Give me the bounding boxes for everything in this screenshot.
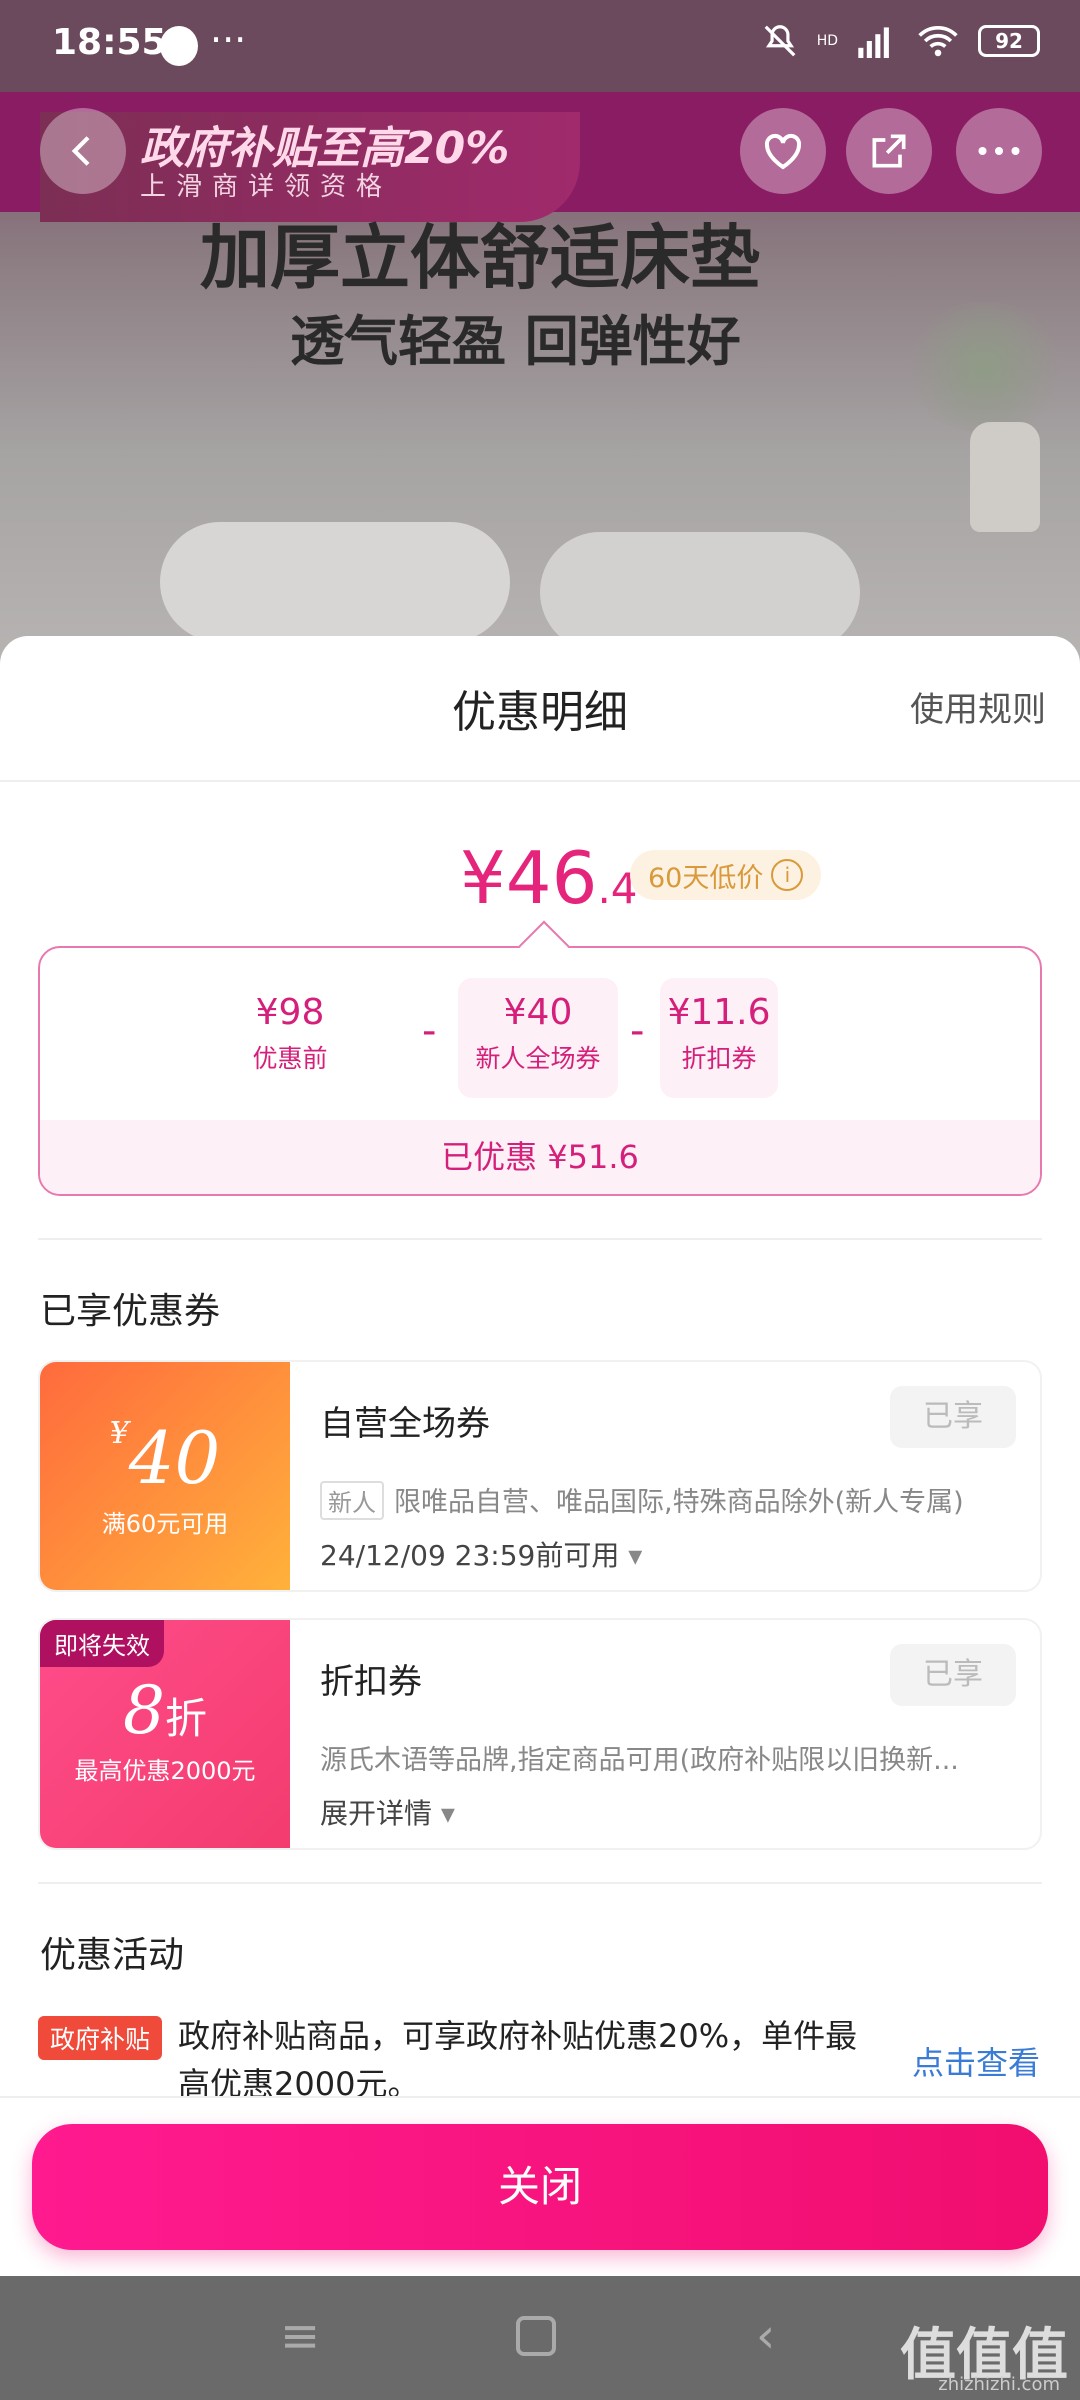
- breakdown-value: ¥40: [503, 992, 573, 1033]
- rules-link[interactable]: 使用规则: [910, 682, 1046, 731]
- coupon-amount-symbol: ¥: [109, 1416, 129, 1451]
- minus-sign: -: [630, 1008, 645, 1054]
- plant-decor: [900, 302, 1070, 432]
- qq-icon: [160, 26, 198, 66]
- favorite-icon[interactable]: [740, 108, 826, 194]
- breakdown-value: ¥11.6: [667, 992, 771, 1033]
- new-user-tag: 新人: [320, 1481, 384, 1520]
- low-price-tag[interactable]: 60天低价 i: [630, 850, 822, 900]
- coupon-unit: 折: [164, 1694, 207, 1743]
- breakdown-original: ¥98 优惠前: [225, 978, 355, 1098]
- coupon-used-button: 已享: [890, 1644, 1016, 1706]
- product-headline: 加厚立体舒适床垫: [200, 217, 760, 299]
- low-price-text: 60天低价: [648, 862, 764, 894]
- menu-icon[interactable]: ≡: [280, 2308, 320, 2364]
- status-time: 18:55: [52, 22, 167, 63]
- coupon-name: 折扣券: [320, 1662, 422, 1702]
- activity-section-title: 优惠活动: [40, 1935, 185, 1976]
- signal-icon: [858, 27, 889, 58]
- more-icon[interactable]: [956, 108, 1042, 194]
- coupon-card-discount[interactable]: 8折 最高优惠2000元 即将失效 折扣券 已享 源氏木语等品牌,指定商品可用(…: [38, 1618, 1042, 1850]
- mute-icon: [764, 25, 796, 57]
- chevron-down-icon: ▾: [440, 1797, 455, 1830]
- chevron-down-icon: ▾: [628, 1539, 643, 1572]
- breakdown-discount-coupon: ¥11.6 折扣券: [660, 978, 778, 1098]
- breakdown-pointer: [518, 920, 570, 972]
- coupon-condition: 满60元可用: [101, 1510, 229, 1538]
- pillow-left: [160, 522, 510, 642]
- wifi-icon: [918, 25, 958, 57]
- product-tagline: 透气轻盈 回弹性好: [290, 310, 741, 373]
- header-divider: [0, 780, 1080, 782]
- price-breakdown: ¥98 优惠前 - ¥40 新人全场券 - ¥11.6 折扣券 已优惠 ¥51.…: [38, 920, 1042, 1196]
- expand-details-link[interactable]: 展开详情 ▾: [320, 1792, 455, 1832]
- coupon-condition: 最高优惠2000元: [74, 1757, 256, 1785]
- coupon-notch: [280, 1620, 300, 1848]
- coupon-amount-value: 40: [128, 1416, 221, 1500]
- coupon-used-button: 已享: [890, 1386, 1016, 1448]
- product-hero: 政府补贴至高20% 上滑商详领资格 加厚立体舒适床垫 透气轻盈 回弹性好: [0, 92, 1080, 692]
- gov-subsidy-desc: 政府补贴商品，可享政府补贴优惠20%，单件最高优惠2000元。: [178, 2017, 858, 2096]
- coupons-section-title: 已享优惠券: [40, 1291, 221, 1332]
- back-icon[interactable]: [40, 108, 126, 194]
- breakdown-label: 新人全场券: [475, 1044, 601, 1073]
- minus-sign: -: [422, 1008, 437, 1054]
- bottom-divider: [0, 2096, 1080, 2098]
- coupon-expiry[interactable]: 24/12/09 23:59前可用 ▾: [320, 1534, 642, 1574]
- expand-details-text: 展开详情: [320, 1797, 433, 1830]
- pillow-right: [540, 532, 860, 652]
- coupon-card-self-run[interactable]: ¥40 满60元可用 自营全场券 已享 新人 限唯品自营、唯品国际,特殊商品除外(…: [38, 1360, 1042, 1592]
- breakdown-new-user-coupon: ¥40 新人全场券: [458, 978, 618, 1098]
- back-nav-icon[interactable]: ‹: [756, 2308, 775, 2364]
- share-icon[interactable]: [846, 108, 932, 194]
- final-price-int: ¥46: [460, 836, 598, 920]
- saved-total: 已优惠 ¥51.6: [40, 1120, 1040, 1194]
- gov-subsidy-tag: 政府补贴: [38, 2016, 163, 2060]
- home-icon[interactable]: [516, 2316, 556, 2356]
- hd-label: HD: [816, 33, 838, 49]
- expiring-badge: 即将失效: [40, 1620, 164, 1667]
- view-details-link[interactable]: 点击查看: [912, 2038, 1040, 2084]
- breakdown-label: 折扣券: [681, 1044, 757, 1073]
- coupon-desc-text: 限唯品自营、唯品国际,特殊商品除外(新人专属): [394, 1487, 964, 1518]
- coupon-notch: [280, 1362, 300, 1590]
- subsidy-banner-sub: 上滑商详领资格: [140, 172, 393, 202]
- coupon-desc: 源氏木语等品牌,指定商品可用(政府补贴限以旧换新...: [320, 1745, 959, 1776]
- vase-decor: [970, 422, 1040, 532]
- coupon-amount-value: 8: [122, 1672, 165, 1749]
- final-price: ¥46.4: [460, 836, 638, 920]
- section-divider: [38, 1238, 1042, 1240]
- section-divider: [38, 1882, 1042, 1884]
- breakdown-value: ¥98: [255, 992, 325, 1033]
- breakdown-label: 优惠前: [252, 1044, 328, 1073]
- coupon-amount: 8折: [40, 1672, 290, 1749]
- status-right: HD 92: [761, 22, 1040, 60]
- coupon-name: 自营全场券: [320, 1404, 490, 1444]
- coupon-desc: 新人 限唯品自营、唯品国际,特殊商品除外(新人专属): [320, 1480, 1010, 1520]
- status-bar: 18:55 ··· HD 92: [0, 0, 1080, 92]
- close-button[interactable]: 关闭: [32, 2124, 1048, 2250]
- watermark-site: zhizhizhi.com: [938, 2374, 1060, 2395]
- info-icon[interactable]: i: [771, 859, 804, 891]
- coupon-expiry-text: 24/12/09 23:59前可用: [320, 1539, 620, 1572]
- battery-indicator: 92: [978, 25, 1040, 57]
- coupon-face: ¥40 满60元可用: [40, 1362, 290, 1590]
- status-more: ···: [210, 18, 247, 62]
- coupon-amount: ¥40: [40, 1416, 290, 1500]
